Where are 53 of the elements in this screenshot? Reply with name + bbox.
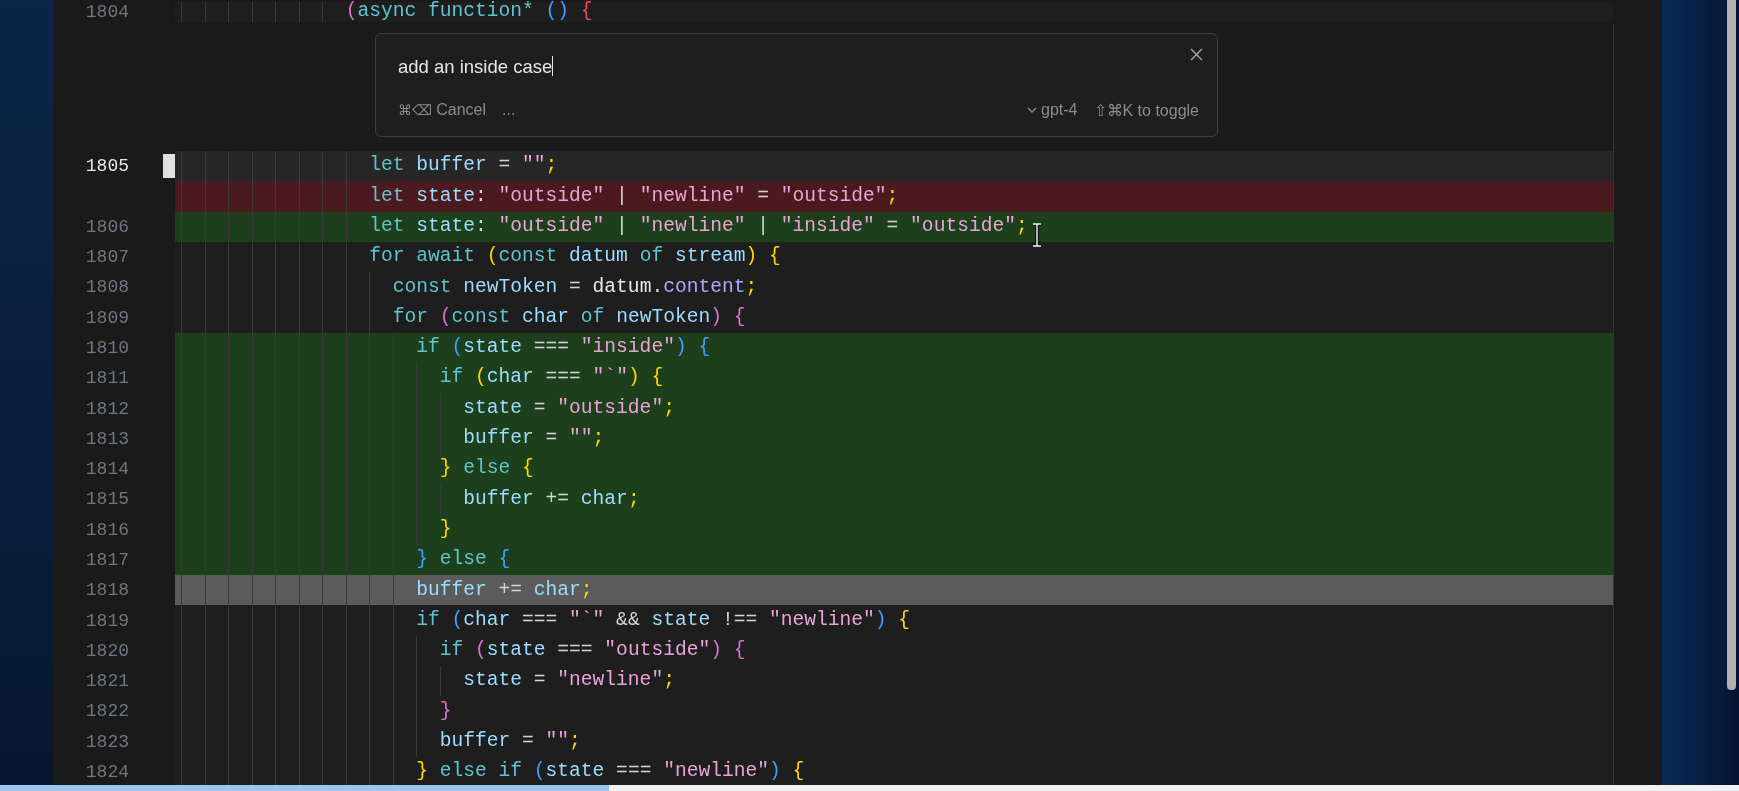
- line-number: 1817: [85, 550, 129, 570]
- scrollbar[interactable]: [1727, 0, 1736, 690]
- cursor-block-icon: [163, 154, 175, 178]
- code-line: } else if (state === "newline") {: [416, 762, 805, 782]
- code-line: buffer += char;: [463, 489, 640, 510]
- code-line: state = "newline";: [463, 671, 675, 691]
- line-number: 1815: [85, 489, 129, 510]
- text-cursor-icon: [1031, 223, 1043, 247]
- code-line: if (state === "inside") {: [416, 338, 711, 358]
- code-line: }: [439, 519, 452, 540]
- line-number: 1824: [85, 762, 129, 783]
- line-number: 1809: [85, 307, 129, 328]
- toggle-hint: ⇧⌘K to toggle: [1093, 100, 1199, 120]
- code-line: buffer = "";: [439, 732, 581, 752]
- code-line: } else {: [416, 550, 511, 570]
- code-line: if (char === "`") {: [439, 368, 664, 388]
- line-number: 1811: [85, 368, 129, 389]
- line-number: 1807: [85, 247, 129, 268]
- code-line: for (const char of newToken) {: [392, 307, 746, 328]
- more-button[interactable]: ...: [502, 101, 516, 119]
- line-number: 1810: [85, 337, 129, 358]
- line-number: 1819: [85, 610, 129, 631]
- prompt-input-field[interactable]: add an inside case: [398, 50, 554, 78]
- code-line: if (state === "outside") {: [439, 641, 746, 661]
- line-number: 1812: [85, 398, 129, 419]
- code-line: }: [439, 701, 452, 722]
- line-number: 1816: [85, 519, 129, 540]
- code-line: let state: "outside" | "newline" | "inside" = "outside";: [369, 216, 1028, 237]
- code-line: } else {: [439, 459, 534, 479]
- line-number: 1814: [85, 459, 129, 480]
- code-line: let state: "outside" | "newline" = "outside";: [369, 186, 899, 207]
- line-number: 1804: [85, 2, 129, 22]
- line-number: 1823: [85, 731, 129, 752]
- line-number: 1820: [85, 640, 129, 661]
- code-line: state = "outside";: [463, 398, 675, 419]
- line-number: 1822: [85, 701, 129, 722]
- code-line: let buffer = "";: [369, 156, 558, 176]
- code-line: buffer += char;: [416, 580, 593, 601]
- cancel-button[interactable]: ⌘⌫ Cancel: [398, 101, 487, 119]
- line-number: 1818: [85, 580, 129, 601]
- chevron-down-icon[interactable]: [1027, 107, 1038, 113]
- close-icon[interactable]: [1190, 47, 1203, 61]
- line-number: 1805: [85, 156, 129, 177]
- code-line: for await (const datum of stream) {: [369, 247, 781, 267]
- line-number: 1808: [85, 277, 129, 298]
- line-number: 1806: [85, 216, 129, 237]
- code-line: const newToken = datum.content;: [392, 277, 758, 298]
- model-selector[interactable]: gpt-4: [1041, 101, 1078, 119]
- line-number: 1813: [85, 428, 129, 449]
- line-number: 1821: [85, 671, 129, 692]
- code-line: (async function* () {: [345, 2, 593, 22]
- code-line: buffer = "";: [463, 429, 605, 449]
- code-line: if (char === "`" && state !== "newline") {: [416, 610, 911, 631]
